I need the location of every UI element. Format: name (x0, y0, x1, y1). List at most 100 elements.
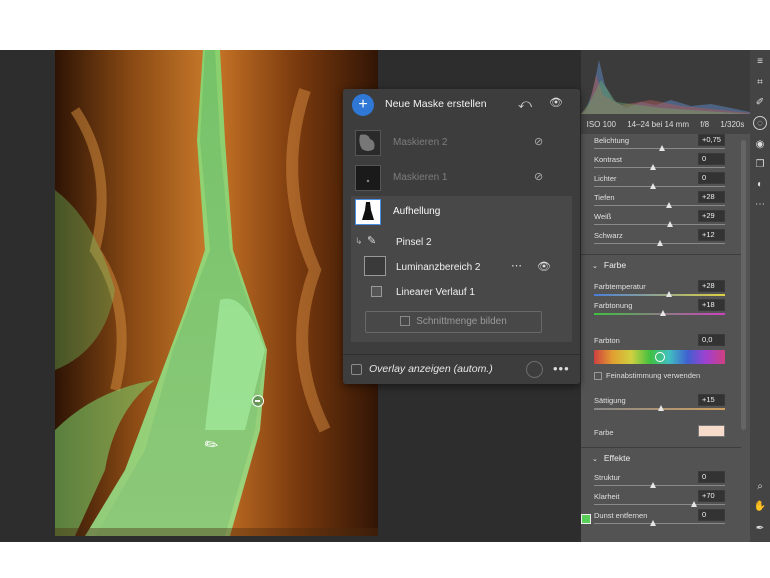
light-lichter-thumb[interactable] (649, 183, 656, 189)
eye-off-icon[interactable]: ⊘ (534, 170, 543, 183)
new-mask-button[interactable]: + (352, 94, 374, 116)
more-icon[interactable]: ••• (553, 361, 570, 376)
eyedropper-icon[interactable]: ✒ (753, 522, 767, 536)
light-wei-thumb[interactable] (666, 221, 673, 227)
light-tiefen-slider[interactable]: Tiefen +28 (581, 191, 741, 210)
app-window: ✎ ISO 100 14–24 bei 14 mm f/8 1/320s Bel… (0, 50, 770, 542)
hue-value[interactable]: 0,0 (698, 334, 725, 346)
light-kontrast-label: Kontrast (594, 155, 622, 164)
redeye-icon[interactable]: ◉ (753, 138, 767, 152)
presets-icon[interactable]: ❐ (753, 158, 767, 172)
intersect-button[interactable]: Schnittmenge bilden (365, 311, 542, 333)
light-lichter-slider[interactable]: Lichter 0 (581, 172, 741, 191)
light-belichtung-thumb[interactable] (658, 145, 665, 151)
panel-scrollbar[interactable] (741, 140, 746, 430)
color-swatch-row: Farbe (581, 425, 741, 441)
effect-struktur-slider[interactable]: Struktur 0 (581, 471, 741, 490)
effect-struktur-thumb[interactable] (649, 482, 656, 488)
light-kontrast-slider[interactable]: Kontrast 0 (581, 153, 741, 172)
effect-klarheit-value[interactable]: +70 (698, 490, 725, 502)
effect-klarheit-slider[interactable]: Klarheit +70 (581, 490, 741, 509)
temp-thumb[interactable] (666, 291, 673, 297)
color-swatch-label: Farbe (594, 428, 614, 437)
effect-dunstentfernen-track[interactable] (594, 523, 725, 524)
overlay-checkbox[interactable] (351, 364, 362, 375)
effects-section-header[interactable]: ⌄ Effekte (581, 447, 741, 467)
light-belichtung-value[interactable]: +0,75 (698, 134, 725, 146)
effect-dunstentfernen-label: Dunst entfernen (594, 511, 648, 520)
snapshots-icon[interactable]: ◐ (753, 178, 767, 192)
light-tiefen-track[interactable] (594, 205, 725, 206)
effects-section-title: Effekte (603, 453, 631, 463)
light-wei-track[interactable] (594, 224, 725, 225)
effect-struktur-label: Struktur (594, 473, 621, 482)
effect-dunstentfernen-value[interactable]: 0 (698, 509, 725, 521)
exif-iso: ISO 100 (586, 119, 616, 129)
light-kontrast-thumb[interactable] (649, 164, 656, 170)
light-wei-value[interactable]: +29 (698, 210, 725, 222)
light-kontrast-value[interactable]: 0 (698, 153, 725, 165)
effect-struktur-value[interactable]: 0 (698, 471, 725, 483)
mask-item-active[interactable]: Aufhellung (351, 196, 572, 228)
color-section-header[interactable]: ⌄ Farbe (581, 254, 741, 274)
sliders-icon[interactable]: ≡ (753, 55, 767, 69)
mask-icon[interactable]: ◌ (753, 116, 767, 130)
effect-dunstentfernen-thumb[interactable] (649, 520, 656, 526)
saturation-thumb[interactable] (658, 405, 665, 411)
component-gradient[interactable]: Linearer Verlauf 1 (396, 287, 475, 298)
mask-item-1[interactable]: Maskieren 1 ⊘ (351, 162, 572, 194)
overlay-color-button[interactable] (526, 361, 543, 378)
saturation-label: Sättigung (594, 396, 626, 405)
photo-preview[interactable]: ✎ (55, 50, 378, 536)
fine-tune-checkbox[interactable] (594, 372, 602, 380)
more-icon[interactable]: ⋯ (753, 198, 767, 212)
light-kontrast-track[interactable] (594, 167, 725, 168)
hand-icon[interactable]: ✋ (753, 500, 767, 514)
hue-thumb[interactable] (654, 352, 665, 362)
light-schwarz-slider[interactable]: Schwarz +12 (581, 229, 741, 248)
more-icon[interactable]: ⋯ (511, 259, 522, 272)
mask-panel-header: + Neue Maske erstellen ⤺ 👁 (343, 89, 580, 119)
mask-label: Maskieren 1 (393, 172, 448, 183)
saturation-value[interactable]: +15 (698, 394, 725, 406)
healing-icon[interactable]: ✐ (753, 96, 767, 110)
light-tiefen-thumb[interactable] (666, 202, 673, 208)
temp-label: Farbtemperatur (594, 282, 646, 291)
component-luminance[interactable]: Luminanzbereich 2 (396, 262, 481, 273)
temp-value[interactable]: +28 (698, 280, 725, 292)
color-swatch[interactable] (698, 425, 725, 437)
effect-klarheit-track[interactable] (594, 504, 725, 505)
reset-icon[interactable]: ⤺ (518, 96, 532, 112)
mask-thumbnail-image (366, 179, 370, 183)
light-schwarz-value[interactable]: +12 (698, 229, 725, 241)
component-brush[interactable]: Pinsel 2 (396, 237, 432, 248)
light-lichter-value[interactable]: 0 (698, 172, 725, 184)
tint-value[interactable]: +18 (698, 299, 725, 311)
saturation-slider[interactable]: Sättigung +15 (581, 394, 741, 413)
light-schwarz-thumb[interactable] (656, 240, 663, 246)
light-lichter-track[interactable] (594, 186, 725, 187)
tint-slider[interactable]: Farbtonung +18 (581, 299, 741, 318)
light-wei-slider[interactable]: Weiß +29 (581, 210, 741, 229)
temp-track[interactable] (594, 294, 725, 296)
eye-icon[interactable]: 👁 (549, 96, 563, 109)
hue-label: Farbton (594, 336, 620, 345)
exif-lens: 14–24 bei 14 mm (627, 119, 690, 129)
tint-thumb[interactable] (660, 310, 667, 316)
dehaze-marker[interactable] (581, 514, 591, 524)
hue-bar[interactable] (594, 350, 725, 364)
temp-slider[interactable]: Farbtemperatur +28 (581, 280, 741, 299)
light-belichtung-slider[interactable]: Belichtung +0,75 (581, 134, 741, 153)
fine-tune-row[interactable]: Feinabstimmung verwenden (581, 368, 741, 384)
effect-klarheit-thumb[interactable] (690, 501, 697, 507)
crop-icon[interactable]: ⌗ (753, 76, 767, 90)
mask-item-2[interactable]: Maskieren 2 ⊘ (351, 127, 572, 159)
light-tiefen-value[interactable]: +28 (698, 191, 725, 203)
brush-pin-cursor[interactable] (252, 395, 264, 407)
eye-icon[interactable]: 👁 (537, 260, 551, 273)
effect-struktur-track[interactable] (594, 485, 725, 486)
zoom-icon[interactable]: ⌕ (753, 480, 767, 494)
effect-dunstentfernen-slider[interactable]: Dunst entfernen 0 (581, 509, 741, 528)
eye-off-icon[interactable]: ⊘ (534, 135, 543, 148)
light-tiefen-label: Tiefen (594, 193, 615, 202)
